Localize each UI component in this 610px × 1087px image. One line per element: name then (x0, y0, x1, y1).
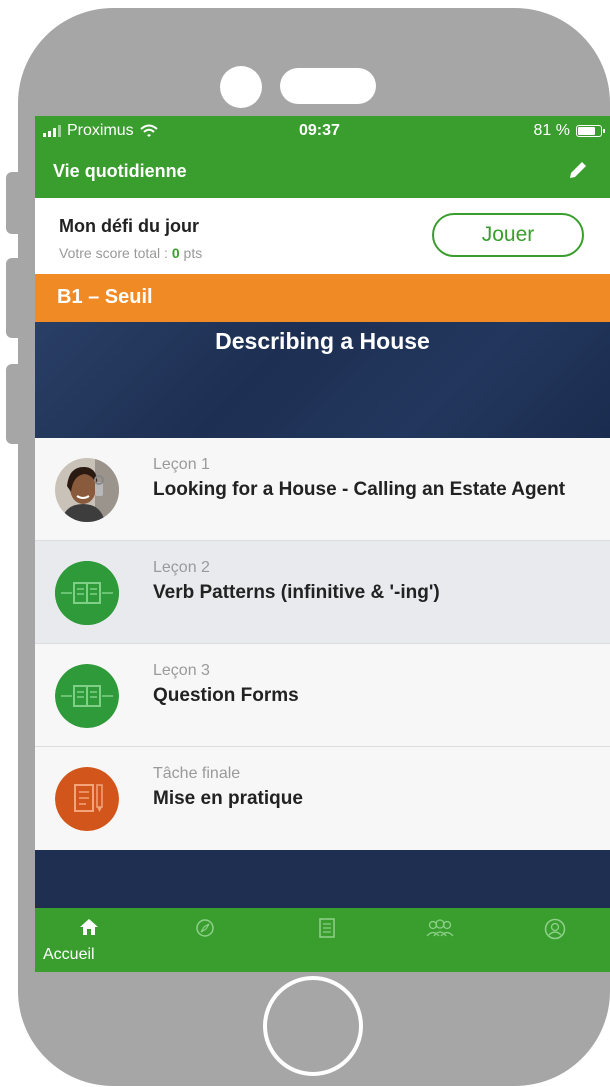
app-screen: Proximus 09:37 81 % Vie quotidienne Mon … (35, 116, 610, 972)
wifi-icon (140, 124, 158, 137)
book-icon (55, 561, 119, 625)
book-icon (55, 664, 119, 728)
home-icon (80, 919, 98, 935)
pencil-icon[interactable] (566, 158, 590, 182)
lesson-label: Leçon 3 (153, 662, 210, 679)
battery-level (578, 127, 595, 135)
lesson-label: Leçon 2 (153, 559, 210, 576)
clock: 09:37 (299, 122, 340, 139)
profile-icon (544, 918, 566, 940)
level-label: B1 – Seuil (57, 286, 153, 308)
list-item[interactable]: Tâche finale Mise en pratique (35, 747, 610, 850)
earpiece-speaker (280, 68, 376, 104)
unit-title: Describing a House (215, 328, 430, 354)
battery-percent: 81 % (533, 122, 570, 139)
lesson-label: Tâche finale (153, 765, 241, 782)
list-item[interactable]: Leçon 1 Looking for a House - Calling an… (35, 438, 610, 541)
daily-challenge-title: Mon défi du jour (59, 216, 199, 236)
carrier-name: Proximus (67, 122, 134, 139)
lesson-list: Leçon 1 Looking for a House - Calling an… (35, 438, 610, 850)
task-icon (55, 767, 119, 831)
lesson-title: Mise en pratique (153, 788, 303, 809)
users-icon (426, 919, 454, 937)
tab-profile[interactable] (535, 918, 575, 942)
compass-icon (196, 919, 214, 937)
lesson-photo (55, 458, 119, 522)
app-bar: Vie quotidienne (35, 146, 610, 198)
battery-info: 81 % (533, 122, 605, 140)
lesson-title: Question Forms (153, 685, 299, 706)
tab-explore[interactable] (185, 918, 225, 942)
home-button[interactable] (263, 976, 363, 1076)
status-bar: Proximus 09:37 81 % (35, 116, 610, 146)
daily-challenge-card: Mon défi du jour Votre score total : 0 p… (35, 198, 610, 274)
tab-home[interactable] (69, 918, 109, 942)
list-item[interactable]: Leçon 2 Verb Patterns (infinitive & '-in… (35, 541, 610, 644)
lesson-label: Leçon 1 (153, 456, 210, 473)
carrier-info: Proximus (43, 122, 158, 140)
total-score: Votre score total : 0 pts (59, 245, 202, 261)
phone-frame: Proximus 09:37 81 % Vie quotidienne Mon … (0, 0, 610, 1087)
tab-community[interactable] (420, 918, 460, 942)
page-title: Vie quotidienne (53, 161, 187, 181)
signal-icon (43, 125, 61, 137)
book-icon (319, 918, 335, 938)
list-item[interactable]: Leçon 3 Question Forms (35, 644, 610, 747)
tab-library[interactable] (307, 918, 347, 942)
score-value: 0 (171, 245, 180, 261)
front-camera (220, 66, 262, 108)
lesson-title: Looking for a House - Calling an Estate … (153, 479, 566, 500)
lesson-title: Verb Patterns (infinitive & '-ing') (153, 582, 440, 603)
score-prefix: Votre score total : (59, 245, 172, 261)
footer-band (35, 850, 610, 908)
battery-icon (576, 125, 605, 137)
unit-header: Describing a House (35, 322, 610, 438)
tab-bar: Accueil (35, 908, 610, 972)
play-button[interactable]: Jouer (432, 213, 584, 257)
level-banner: B1 – Seuil (35, 274, 610, 322)
score-suffix: pts (179, 245, 203, 261)
tab-home-label: Accueil (43, 946, 95, 963)
